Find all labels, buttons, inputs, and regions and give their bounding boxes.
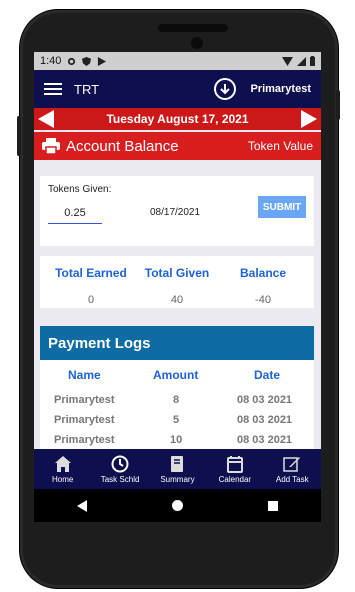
row-name: Primarytest — [54, 394, 115, 406]
row-amount: 8 — [173, 394, 180, 406]
nav-add-task[interactable]: Add Task — [264, 455, 321, 484]
row-amount: 5 — [173, 414, 180, 426]
totals-card: Total Earned 0 Total Given 40 Balance -4… — [40, 256, 314, 308]
table-row: Primarytest 5 08 03 2021 — [40, 410, 314, 430]
tokens-given-input[interactable] — [48, 202, 102, 224]
nav-home-label: Home — [52, 474, 74, 484]
android-navigation — [34, 489, 321, 522]
row-date: 08 03 2021 — [237, 414, 293, 426]
balance-value: -40 — [255, 294, 271, 306]
status-time: 1:40 — [40, 55, 62, 67]
nav-home[interactable]: Home — [34, 455, 91, 484]
total-given: Total Given 40 — [136, 266, 218, 306]
table-row: Primarytest 10 08 03 2021 — [40, 430, 314, 450]
payment-logs-title: Payment Logs — [40, 326, 314, 360]
total-earned-label: Total Earned — [55, 266, 127, 280]
recents-icon[interactable] — [268, 500, 279, 511]
balance: Balance -40 — [222, 266, 304, 306]
battery-icon — [310, 56, 315, 66]
page-header: Account Balance Token Value — [34, 132, 321, 160]
app-bar: TRT Primarytest — [34, 70, 321, 108]
balance-label: Balance — [239, 266, 287, 280]
column-header-amount: Amount — [153, 368, 199, 382]
nav-calendar-label: Calendar — [218, 474, 252, 484]
app-screen: 1:40 TRT Primarytest Tuesday August 17, … — [34, 52, 321, 522]
current-date: Tuesday August 17, 2021 — [106, 112, 249, 126]
calendar-icon — [226, 455, 243, 473]
row-date: 08 03 2021 — [237, 434, 293, 446]
payment-logs-card: Payment Logs Name Amount Date Primarytes… — [40, 326, 314, 456]
menu-icon[interactable] — [44, 83, 62, 95]
user-name[interactable]: Primarytest — [250, 83, 311, 95]
row-date: 08 03 2021 — [237, 394, 293, 406]
tokens-given-label: Tokens Given: — [48, 184, 112, 195]
token-value-link[interactable]: Token Value — [248, 139, 313, 153]
shield-icon — [82, 56, 92, 66]
nav-calendar[interactable]: Calendar — [206, 455, 263, 484]
app-title: TRT — [74, 81, 100, 97]
book-icon — [171, 455, 184, 472]
back-icon[interactable] — [76, 499, 87, 512]
print-icon[interactable] — [42, 138, 60, 154]
page-title: Account Balance — [66, 137, 179, 155]
token-form-card: Tokens Given: 08/17/2021 SUBMIT — [40, 176, 314, 246]
column-header-date: Date — [254, 368, 281, 382]
home-button-icon[interactable] — [171, 500, 183, 511]
nav-task-schedule[interactable]: Task Schld — [92, 455, 149, 484]
logs-header-row: Name Amount Date — [40, 360, 314, 384]
edit-icon — [283, 456, 301, 472]
row-name: Primarytest — [54, 414, 115, 426]
front-camera — [191, 37, 203, 49]
total-given-value: 40 — [170, 294, 184, 306]
nav-task-schedule-label: Task Schld — [100, 474, 140, 484]
date-selector: Tuesday August 17, 2021 — [34, 108, 321, 130]
signal-icon — [297, 56, 306, 66]
nav-add-task-label: Add Task — [275, 474, 309, 484]
power-button — [336, 90, 340, 120]
wifi-icon — [282, 56, 293, 66]
status-bar: 1:40 — [34, 52, 321, 70]
volume-button — [17, 116, 21, 156]
row-amount: 10 — [170, 434, 183, 446]
previous-date-arrow[interactable] — [38, 110, 54, 128]
form-date[interactable]: 08/17/2021 — [150, 207, 200, 218]
total-earned-value: 0 — [87, 294, 95, 306]
total-earned: Total Earned 0 — [50, 266, 132, 306]
table-row: Primarytest 8 08 03 2021 — [40, 390, 314, 410]
row-name: Primarytest — [54, 434, 115, 446]
clock-icon — [111, 455, 129, 472]
download-icon[interactable] — [214, 78, 237, 100]
next-date-arrow[interactable] — [301, 110, 317, 128]
bottom-navigation: Home Task Schld Summary Calendar Add Tas… — [34, 449, 321, 489]
speaker-grille — [158, 24, 228, 32]
column-header-name: Name — [68, 368, 101, 382]
nav-summary[interactable]: Summary — [149, 455, 206, 484]
submit-button[interactable]: SUBMIT — [258, 196, 306, 218]
play-icon — [98, 56, 107, 66]
nav-summary-label: Summary — [160, 474, 195, 484]
total-given-label: Total Given — [144, 266, 210, 280]
settings-icon — [68, 57, 76, 65]
home-icon — [54, 455, 71, 472]
